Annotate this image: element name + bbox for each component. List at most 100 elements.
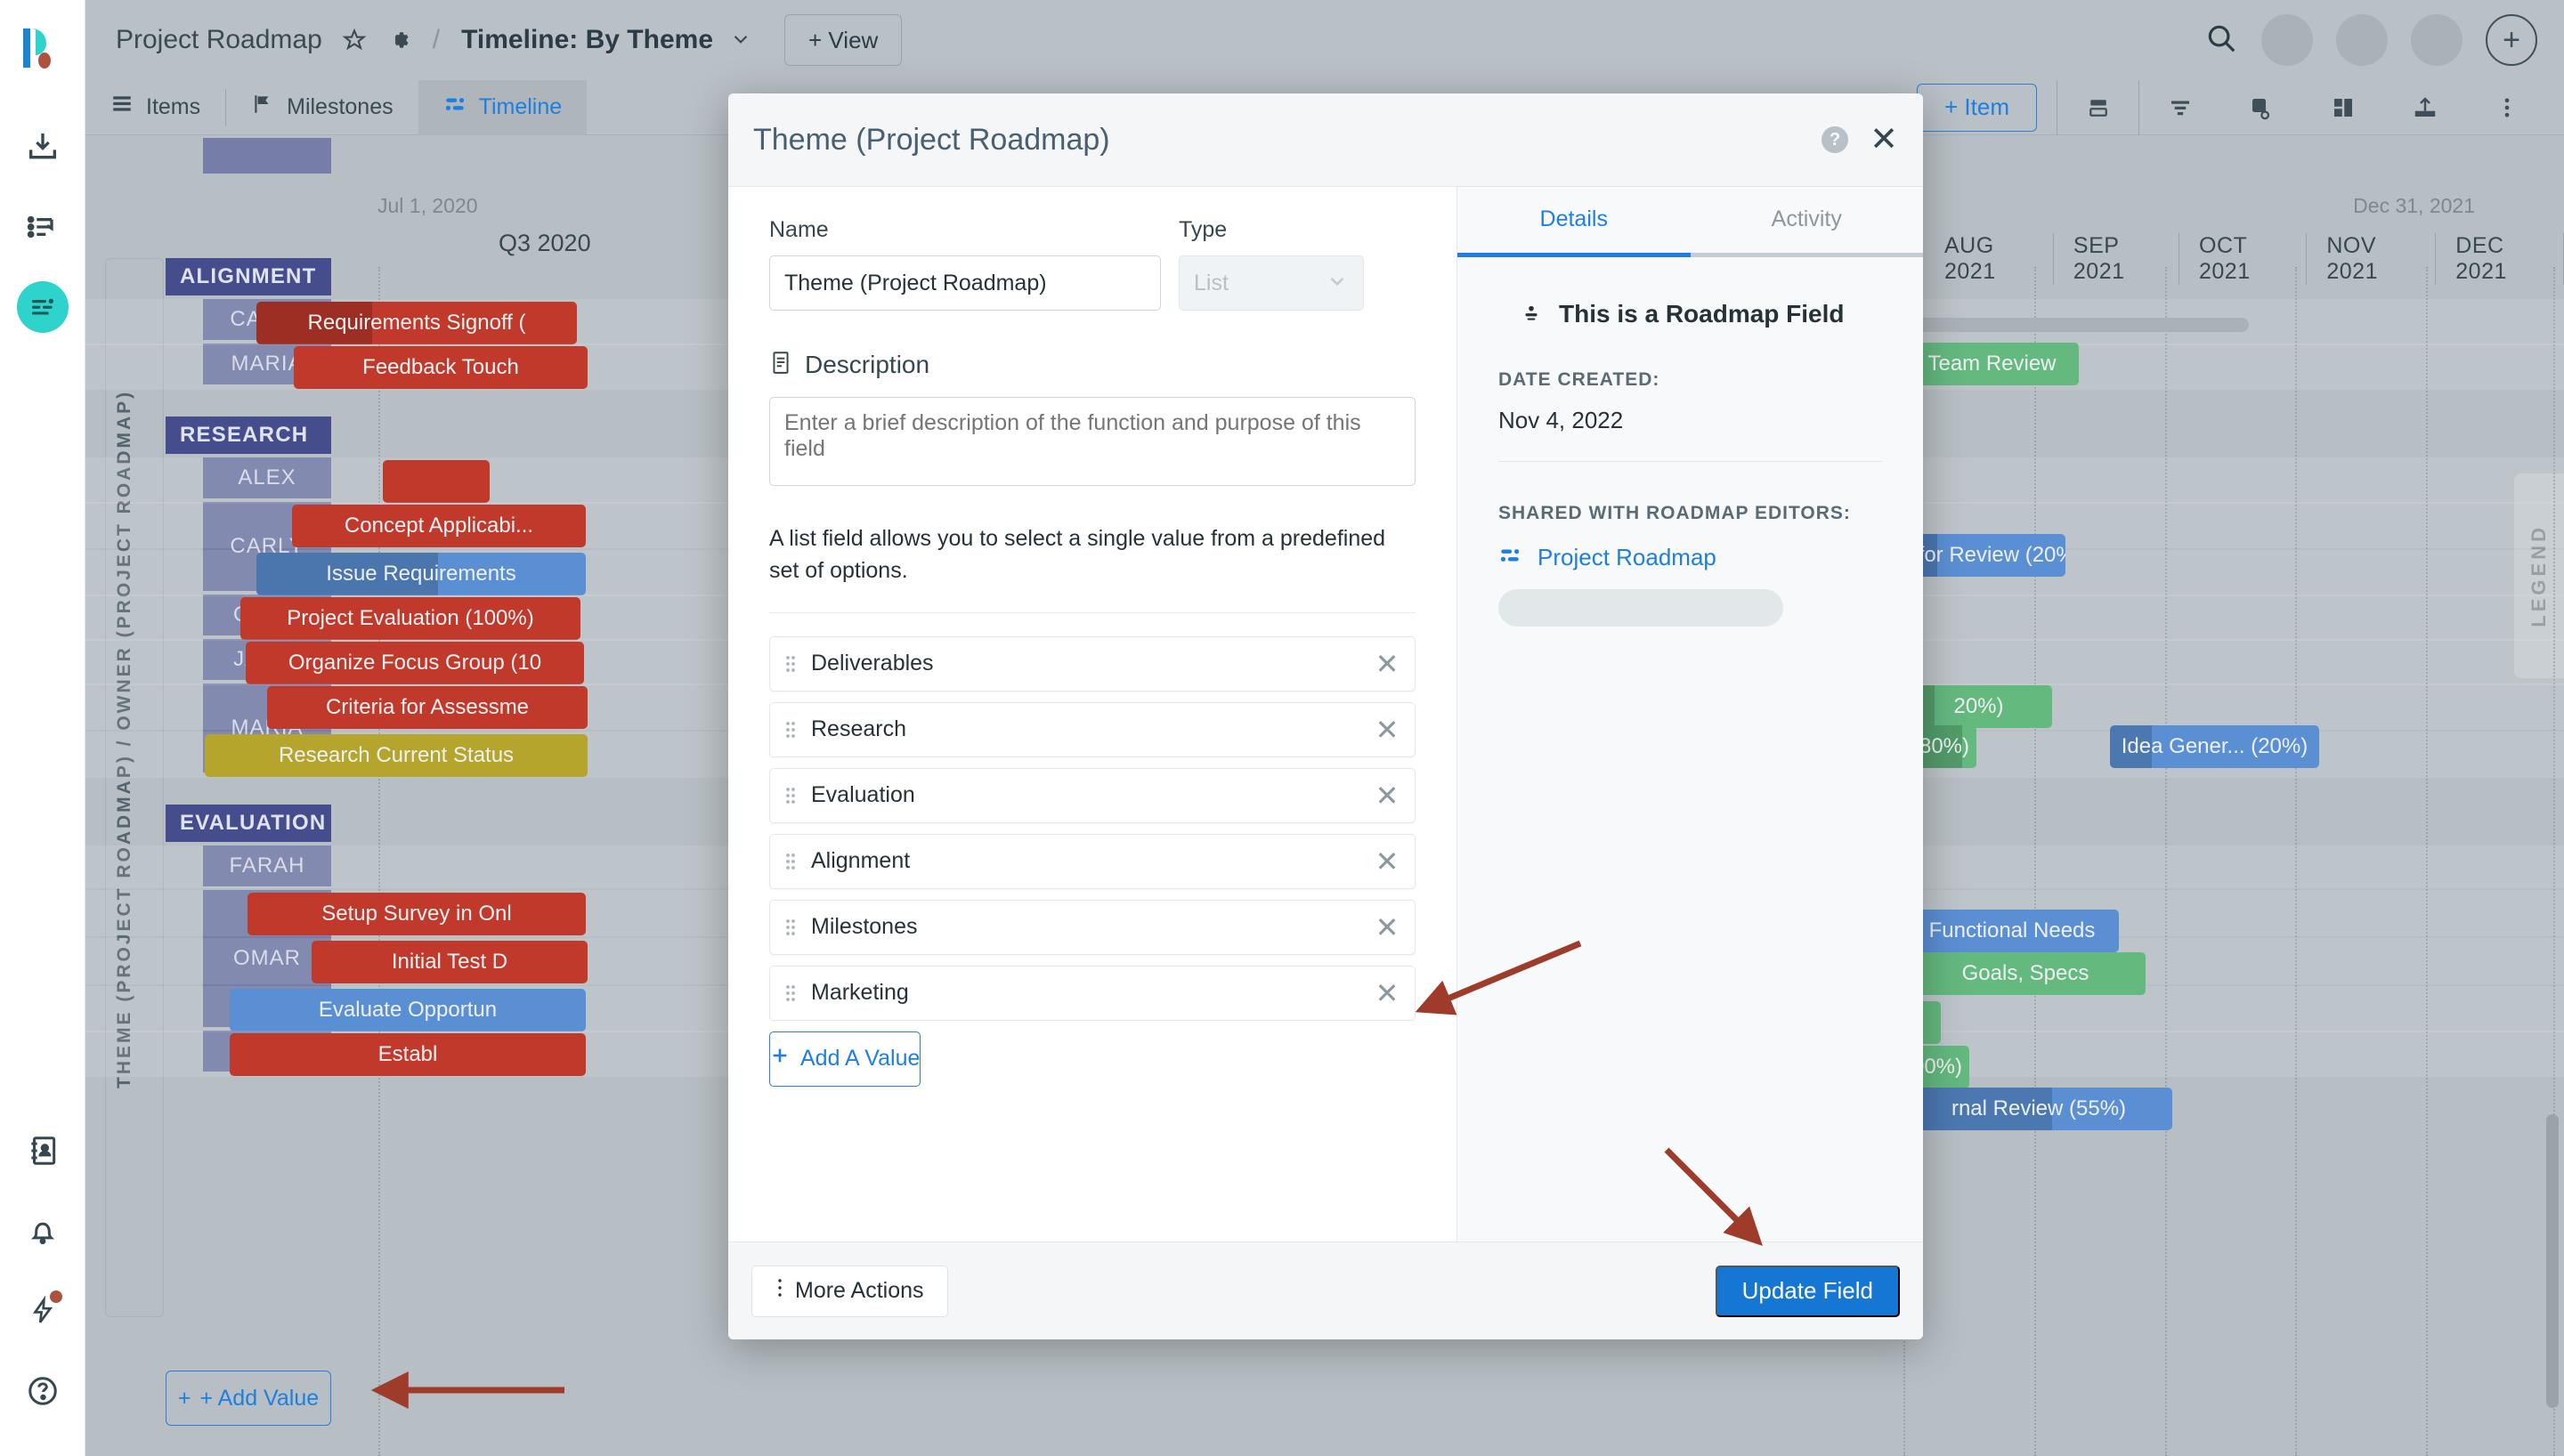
value-list-item[interactable]: Marketing ✕ — [769, 966, 1416, 1021]
timeline-bar[interactable]: Initial Test D — [312, 941, 588, 983]
split-panel-icon[interactable] — [2302, 80, 2384, 135]
drag-handle-icon[interactable] — [770, 718, 811, 741]
star-icon[interactable] — [342, 28, 367, 53]
timeline-bar[interactable]: Team Review — [1905, 343, 2079, 385]
update-field-button[interactable]: Update Field — [1716, 1266, 1900, 1317]
shared-roadmap-link[interactable]: Project Roadmap — [1498, 544, 1882, 571]
avatar[interactable] — [2261, 14, 2313, 66]
timeline-bar[interactable]: Requirements Signoff ( — [256, 302, 577, 344]
tab-activity[interactable]: Activity — [1691, 187, 1924, 253]
more-actions-button[interactable]: More Actions — [751, 1266, 948, 1317]
value-list: Deliverables✕ Research✕ Evaluation✕ Alignme… — [769, 636, 1416, 1021]
timeline-bar[interactable]: Functional Needs — [1905, 910, 2119, 952]
lightning-icon[interactable] — [0, 1271, 85, 1351]
chevron-down-icon — [1326, 269, 1349, 298]
export-upload-icon[interactable] — [2384, 80, 2466, 135]
list-history-icon[interactable] — [0, 187, 85, 267]
loading-placeholder — [1498, 589, 1783, 627]
top-bar-right: + — [2204, 14, 2564, 66]
logo[interactable] — [18, 21, 69, 73]
left-rail — [0, 0, 85, 1456]
theme-group-header[interactable]: EVALUATION — [166, 805, 331, 842]
avatar[interactable] — [2336, 14, 2388, 66]
timeline-bar[interactable]: Project Evaluation (100%) — [240, 597, 580, 640]
avatar[interactable] — [2411, 14, 2463, 66]
date-created-value: Nov 4, 2022 — [1498, 407, 1882, 434]
search-icon[interactable] — [2204, 21, 2238, 60]
add-value-label: + Add Value — [199, 1386, 319, 1412]
add-view-button[interactable]: + View — [784, 14, 902, 66]
drag-handle-icon[interactable] — [770, 652, 811, 675]
tab-items-label: Items — [146, 94, 200, 120]
timeline-bar[interactable]: on for Review (20%) — [1905, 534, 2065, 577]
gear-icon[interactable] — [386, 28, 411, 53]
add-a-value-button[interactable]: Add A Value — [769, 1031, 921, 1087]
remove-value-button[interactable]: ✕ — [1359, 647, 1415, 681]
owner-row-header[interactable] — [203, 138, 331, 174]
timeline-bar[interactable]: Establ — [230, 1033, 586, 1076]
close-icon[interactable]: ✕ — [1870, 123, 1898, 157]
bar-label: Project Evaluation (100%) — [287, 606, 533, 631]
value-label: Marketing — [811, 980, 909, 1006]
remove-value-button[interactable]: ✕ — [1359, 976, 1415, 1010]
timeline-bar[interactable]: Criteria for Assessme — [267, 686, 588, 729]
color-link-icon[interactable] — [2220, 80, 2302, 135]
modal-header: Theme (Project Roadmap) ? ✕ — [728, 93, 1923, 187]
timeline-bar[interactable]: Goals, Specs — [1905, 952, 2146, 995]
vertical-scrollbar[interactable] — [2546, 1114, 2559, 1408]
card-layout-icon[interactable] — [2057, 80, 2138, 135]
more-vertical-icon[interactable] — [2466, 80, 2548, 135]
drag-handle-icon[interactable] — [770, 784, 811, 807]
drag-handle-icon[interactable] — [770, 982, 811, 1005]
timeline-bar[interactable]: Evaluate Opportun — [230, 989, 586, 1031]
type-select[interactable]: List — [1179, 255, 1364, 311]
drag-handle-icon[interactable] — [770, 850, 811, 873]
bell-icon[interactable] — [0, 1191, 85, 1271]
chevron-down-icon[interactable] — [729, 27, 752, 54]
help-circle-icon[interactable] — [0, 1351, 85, 1431]
roadmap-icon — [1498, 544, 1521, 571]
avatar[interactable] — [0, 267, 85, 347]
timeline-bar[interactable]: Idea Gener... (20%) — [2110, 725, 2319, 768]
inbox-download-icon[interactable] — [0, 107, 85, 187]
notification-dot — [50, 1290, 62, 1303]
value-list-item[interactable]: Deliverables✕ — [769, 636, 1416, 692]
timeline-bar[interactable]: rnal Review (55%) — [1905, 1088, 2172, 1130]
drag-handle-icon[interactable] — [770, 916, 811, 939]
help-circle-icon[interactable]: ? — [1822, 126, 1848, 153]
remove-value-button[interactable]: ✕ — [1359, 779, 1415, 813]
tab-details[interactable]: Details — [1457, 187, 1691, 253]
add-member-button[interactable]: + — [2486, 14, 2537, 66]
value-list-item[interactable]: Research✕ — [769, 702, 1416, 757]
value-list-item[interactable]: Evaluation✕ — [769, 768, 1416, 823]
add-item-button[interactable]: + Item — [1917, 84, 2037, 132]
view-name[interactable]: Timeline: By Theme — [461, 25, 713, 55]
value-list-item[interactable]: Alignment✕ — [769, 834, 1416, 889]
breadcrumb-project-title[interactable]: Project Roadmap — [116, 25, 322, 55]
tab-timeline[interactable]: Timeline — [418, 80, 588, 135]
timeline-bar[interactable]: Research Current Status — [205, 734, 588, 777]
timeline-bar[interactable]: Concept Applicabi... — [292, 505, 586, 547]
value-label: Milestones — [811, 914, 918, 940]
timeline-bar[interactable] — [383, 460, 490, 503]
theme-group-header[interactable]: ALIGNMENT — [166, 258, 331, 295]
tab-items[interactable]: Items — [85, 80, 225, 135]
timeline-bar[interactable]: 20%) — [1905, 685, 2052, 728]
timeline-bar[interactable]: Issue Requirements — [256, 553, 586, 595]
description-label: Description — [805, 351, 929, 379]
remove-value-button[interactable]: ✕ — [1359, 910, 1415, 944]
timeline-bar[interactable]: Setup Survey in Onl — [247, 893, 586, 935]
timeline-bar[interactable]: Feedback Touch — [294, 346, 588, 389]
theme-group-header[interactable]: RESEARCH — [166, 417, 331, 454]
remove-value-button[interactable]: ✕ — [1359, 713, 1415, 747]
timeline-bar[interactable]: Organize Focus Group (10 — [246, 642, 584, 684]
description-input[interactable] — [769, 397, 1416, 486]
name-input[interactable] — [769, 255, 1161, 311]
filter-icon[interactable] — [2138, 80, 2220, 135]
tab-milestones[interactable]: Milestones — [226, 80, 418, 135]
contacts-book-icon[interactable] — [0, 1111, 85, 1191]
month-tick: NOV 2021 — [2307, 233, 2436, 285]
add-value-button-chart[interactable]: + + Add Value — [166, 1371, 331, 1426]
remove-value-button[interactable]: ✕ — [1359, 845, 1415, 878]
value-list-item[interactable]: Milestones ✕ — [769, 900, 1416, 955]
